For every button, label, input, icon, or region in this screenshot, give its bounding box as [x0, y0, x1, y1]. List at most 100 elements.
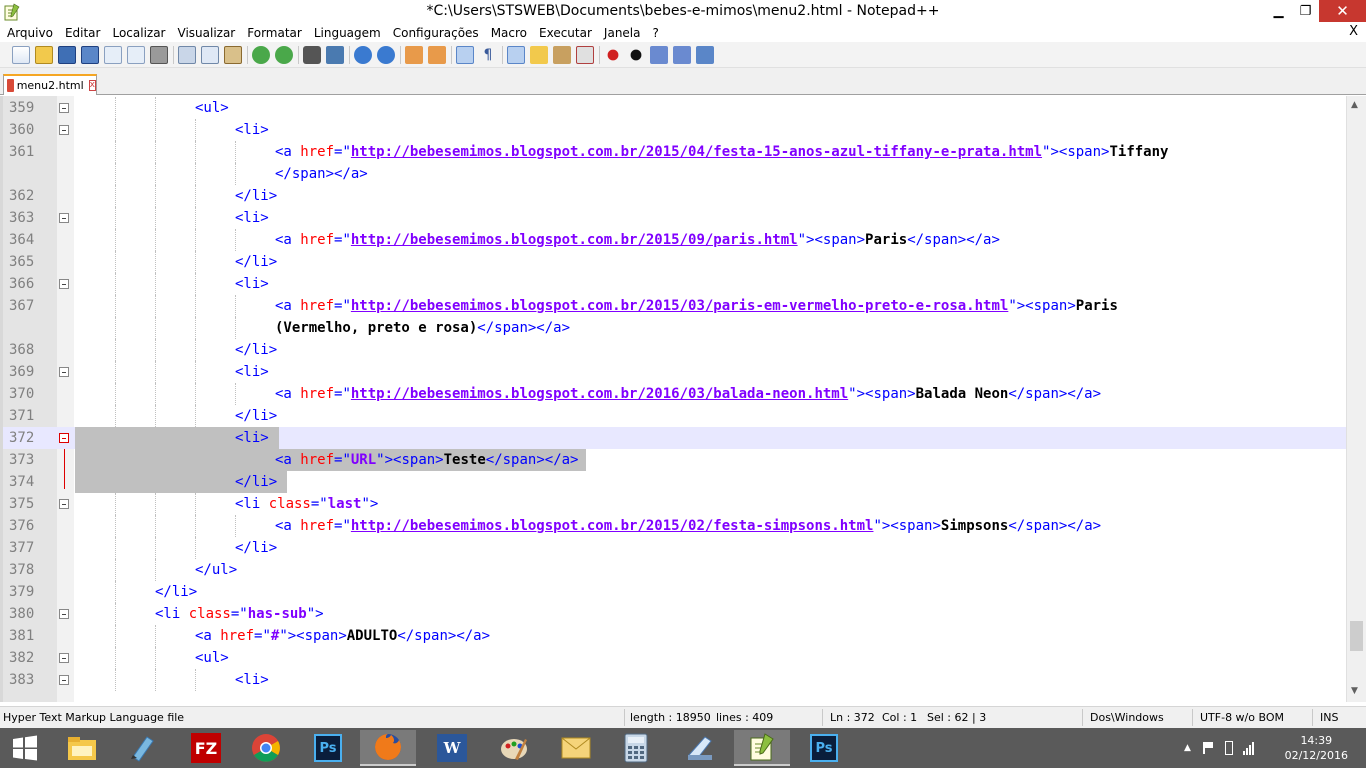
action-center-flag-icon[interactable] [1202, 742, 1215, 754]
code-line[interactable]: 376 <a href="http://bebesemimos.blogspot.… [3, 515, 1346, 537]
paint-icon[interactable] [486, 730, 542, 766]
new-file-icon[interactable] [12, 45, 30, 64]
replace-icon[interactable] [326, 45, 344, 64]
record-macro-icon[interactable] [604, 45, 622, 64]
close-button[interactable]: ✕ [1319, 0, 1366, 22]
code-line[interactable]: 367 <a href="http://bebesemimos.blogspot.… [3, 295, 1346, 317]
code-line[interactable]: 375 <li class="last"> [3, 493, 1346, 515]
fold-toggle-icon[interactable] [59, 653, 69, 663]
fold-toggle-icon[interactable] [59, 213, 69, 223]
fold-toggle-icon[interactable] [59, 609, 69, 619]
code-line[interactable]: 382 <ul> [3, 647, 1346, 669]
fold-toggle-icon[interactable] [59, 125, 69, 135]
file-explorer-icon[interactable] [54, 730, 110, 766]
token-url[interactable]: http://bebesemimos.blogspot.com.br/2015/… [351, 518, 874, 534]
menu-configuracoes[interactable]: Configurações [393, 26, 479, 40]
notepad-icon[interactable] [114, 730, 170, 766]
user-language-icon[interactable] [530, 45, 548, 64]
code-line[interactable]: 379 </li> [3, 581, 1346, 603]
code-line[interactable]: (Vermelho, preto e rosa)</span></a> [3, 317, 1346, 339]
code-line[interactable]: 368 </li> [3, 339, 1346, 361]
menu-executar[interactable]: Executar [539, 26, 592, 40]
scrollbar-thumb[interactable] [1350, 621, 1363, 651]
scroll-down-icon[interactable]: ▼ [1351, 686, 1358, 696]
menu-help[interactable]: ? [653, 26, 659, 40]
menu-arquivo[interactable]: Arquivo [7, 26, 53, 40]
save-macro-icon[interactable] [696, 45, 714, 64]
code-line[interactable]: 377 </li> [3, 537, 1346, 559]
firefox-icon[interactable] [360, 730, 416, 766]
code-line[interactable]: 369 <li> [3, 361, 1346, 383]
tab-menu2-html[interactable]: menu2.html x [3, 74, 97, 95]
code-line[interactable]: 362 </li> [3, 185, 1346, 207]
chrome-icon[interactable] [238, 730, 294, 766]
menu-formatar[interactable]: Formatar [247, 26, 302, 40]
fold-toggle-icon[interactable] [59, 279, 69, 289]
undo-icon[interactable] [252, 45, 270, 64]
scroll-up-icon[interactable]: ▲ [1351, 100, 1358, 110]
outlook-icon[interactable] [548, 730, 604, 766]
menu-editar[interactable]: Editar [65, 26, 101, 40]
paste-icon[interactable] [224, 45, 242, 64]
tray-expand-icon[interactable]: ▲ [1184, 743, 1191, 753]
cut-icon[interactable] [178, 45, 196, 64]
open-file-icon[interactable] [35, 45, 53, 64]
save-all-icon[interactable] [81, 45, 99, 64]
code-line[interactable]: 383 <li> [3, 669, 1346, 691]
code-line[interactable]: 372 <li> [3, 427, 1346, 449]
photoshop-icon[interactable]: Ps [300, 730, 356, 766]
menu-visualizar[interactable]: Visualizar [178, 26, 236, 40]
menu-macro[interactable]: Macro [491, 26, 527, 40]
sync-vertical-icon[interactable] [405, 45, 423, 64]
find-icon[interactable] [303, 45, 321, 64]
notepadpp-taskbar-icon[interactable] [734, 730, 790, 766]
filezilla-icon[interactable]: FZ [178, 730, 234, 766]
token-url[interactable]: http://bebesemimos.blogspot.com.br/2015/… [351, 298, 1008, 314]
save-icon[interactable] [58, 45, 76, 64]
code-line[interactable]: 370 <a href="http://bebesemimos.blogspot.… [3, 383, 1346, 405]
calculator-icon[interactable] [608, 730, 664, 766]
start-button[interactable] [0, 730, 50, 766]
scanner-icon[interactable] [672, 730, 728, 766]
code-line[interactable]: 378 </ul> [3, 559, 1346, 581]
fold-toggle-icon[interactable] [59, 433, 69, 443]
code-line[interactable]: 361 <a href="http://bebesemimos.blogspot.… [3, 141, 1346, 163]
code-line[interactable]: 364 <a href="http://bebesemimos.blogspot.… [3, 229, 1346, 251]
code-line[interactable]: 366 <li> [3, 273, 1346, 295]
token-url[interactable]: http://bebesemimos.blogspot.com.br/2015/… [351, 144, 1042, 160]
function-list-icon[interactable] [576, 45, 594, 64]
close-all-icon[interactable] [127, 45, 145, 64]
menu-linguagem[interactable]: Linguagem [314, 26, 381, 40]
zoom-in-icon[interactable] [354, 45, 372, 64]
fold-toggle-icon[interactable] [59, 367, 69, 377]
token-url[interactable]: http://bebesemimos.blogspot.com.br/2016/… [351, 386, 848, 402]
power-icon[interactable] [1224, 741, 1233, 755]
indent-guide-icon[interactable] [507, 45, 525, 64]
run-macro-multiple-icon[interactable] [673, 45, 691, 64]
stop-macro-icon[interactable] [627, 45, 645, 64]
photoshop-icon-2[interactable]: Ps [796, 730, 852, 766]
token-url[interactable]: http://bebesemimos.blogspot.com.br/2015/… [351, 232, 798, 248]
taskbar-clock[interactable]: 14:39 02/12/2016 [1285, 733, 1348, 763]
code-line[interactable]: 381 <a href="#"><span>ADULTO</span></a> [3, 625, 1346, 647]
fold-toggle-icon[interactable] [59, 675, 69, 685]
vertical-scrollbar[interactable]: ▲ ▼ [1346, 96, 1366, 702]
minimize-button[interactable]: ▁ [1265, 0, 1292, 22]
menu-localizar[interactable]: Localizar [112, 26, 165, 40]
code-line[interactable]: </span></a> [3, 163, 1346, 185]
code-line[interactable]: 360 <li> [3, 119, 1346, 141]
play-macro-icon[interactable] [650, 45, 668, 64]
code-line[interactable]: 363 <li> [3, 207, 1346, 229]
word-icon[interactable]: W [424, 730, 480, 766]
doc-map-icon[interactable] [553, 45, 571, 64]
fold-toggle-icon[interactable] [59, 103, 69, 113]
fold-toggle-icon[interactable] [59, 499, 69, 509]
restore-button[interactable]: ❐ [1292, 0, 1319, 22]
network-icon[interactable] [1242, 741, 1254, 755]
copy-icon[interactable] [201, 45, 219, 64]
tab-close-icon[interactable]: x [88, 80, 96, 91]
code-line[interactable]: 359 <ul> [3, 97, 1346, 119]
zoom-out-icon[interactable] [377, 45, 395, 64]
code-line[interactable]: 374 </li> [3, 471, 1346, 493]
code-editor[interactable]: 359 <ul> 360 <li> 361 <a href="http://bebesem… [0, 96, 1366, 702]
